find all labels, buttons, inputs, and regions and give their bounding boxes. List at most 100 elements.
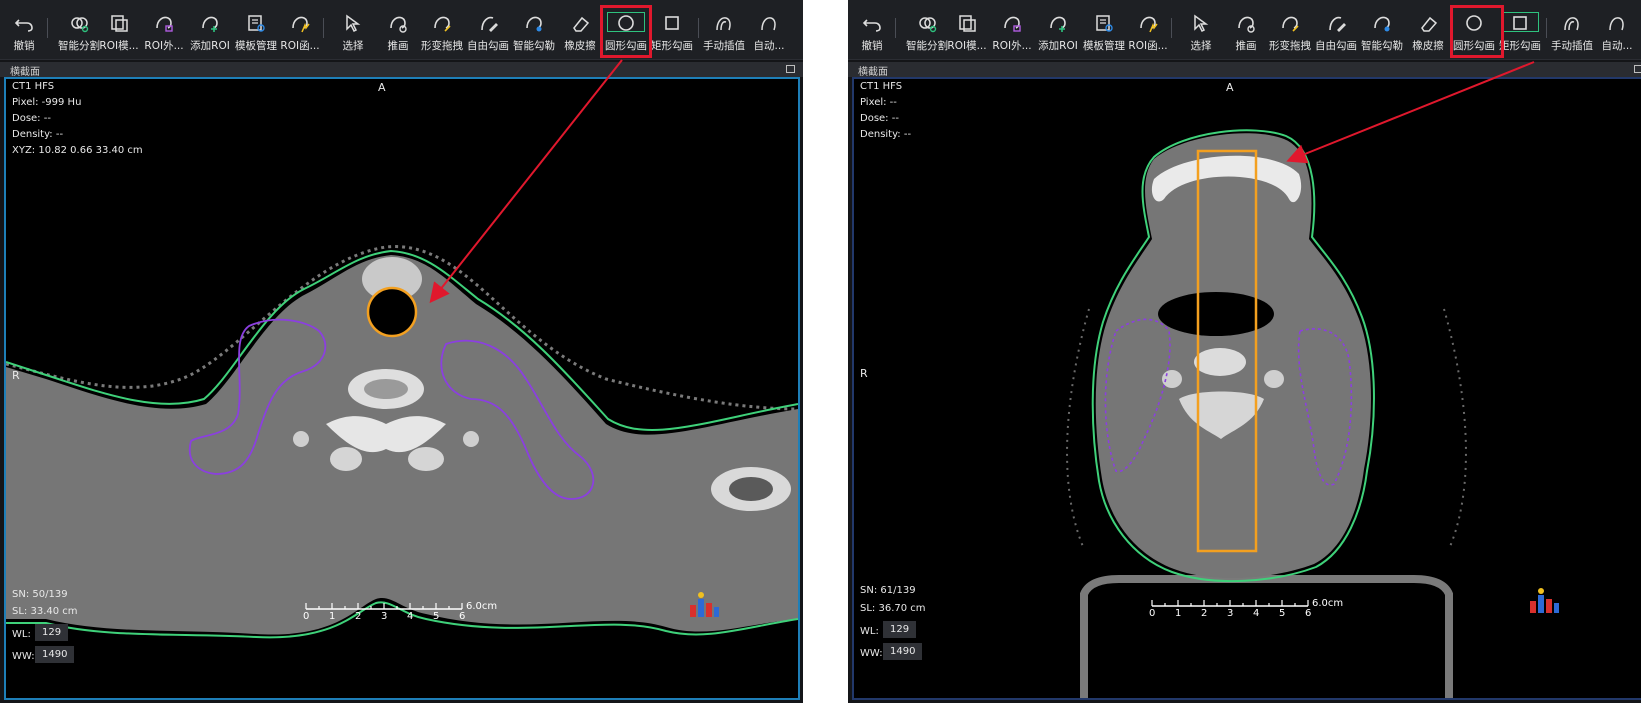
viewport-title: 横截面 <box>858 67 888 78</box>
tool-deform-drag[interactable]: 形变拖拽 <box>418 0 466 60</box>
roi-outer-icon <box>1001 12 1023 34</box>
viewport-header: 横截面 <box>0 62 803 78</box>
tool-auto-interp[interactable]: 自动... <box>1593 0 1641 60</box>
ww-value[interactable]: 1490 <box>883 643 923 660</box>
scale-unit-label: 6.0cm <box>466 601 498 612</box>
add-roi-icon <box>1047 12 1069 34</box>
scale-tick-label: 3 <box>1227 608 1234 619</box>
scale-tick-label: 1 <box>1175 608 1182 619</box>
tool-auto-interp[interactable]: 自动... <box>745 0 793 60</box>
tool-label: 撤销 <box>861 40 883 52</box>
pixel-readout: Pixel: -999 Hu <box>12 97 82 108</box>
scale-tick-label: 2 <box>1201 608 1208 619</box>
right-screenshot-panel: 撤销 智能分割 ROI模... ROI外... 添加ROI 模板管理 ROI函... 选择 推画… <box>848 0 1641 703</box>
tool-roi-function[interactable]: ROI函... <box>1124 0 1172 60</box>
tool-roi-function[interactable]: ROI函... <box>276 0 324 60</box>
app-logo-icon <box>1526 587 1562 617</box>
tool-add-roi[interactable]: 添加ROI <box>186 0 234 60</box>
smart-outline-icon <box>1371 12 1393 34</box>
template-manage-icon <box>245 12 267 34</box>
axial-viewport[interactable]: CT1 HFS Pixel: -999 Hu Dose: -- Density:… <box>4 77 800 700</box>
tool-deform-drag[interactable]: 形变拖拽 <box>1266 0 1314 60</box>
tool-undo[interactable]: 撤销 <box>848 0 896 60</box>
xyz-readout: XYZ: 10.82 0.66 33.40 cm <box>12 145 143 156</box>
toolbar-separator <box>1171 18 1172 38</box>
slice-number: SN: 50/139 <box>12 589 68 600</box>
wl-value[interactable]: 129 <box>35 624 69 641</box>
orientation-top: A <box>1226 81 1234 94</box>
orientation-left: R <box>12 369 20 382</box>
orientation-left: R <box>860 367 868 380</box>
eraser-icon <box>569 12 591 34</box>
density-readout: Density: -- <box>860 129 912 140</box>
couch <box>1080 575 1453 698</box>
push-draw-icon <box>387 12 409 34</box>
tool-free-draw[interactable]: 自由勾画 <box>1312 0 1360 60</box>
maximize-icon[interactable] <box>786 65 795 73</box>
highlight-box-circle-tool <box>600 5 652 58</box>
tool-label: 自动... <box>1601 40 1633 52</box>
axial-viewport[interactable]: CT1 HFS Pixel: -- Dose: -- Density: -- A… <box>852 77 1641 700</box>
roi-function-icon <box>289 12 311 34</box>
tool-free-draw[interactable]: 自由勾画 <box>464 0 512 60</box>
toolbar-separator <box>698 18 699 38</box>
auto-interp-icon <box>1606 12 1628 34</box>
tool-roi-outer[interactable]: ROI外... <box>140 0 188 60</box>
smart-outline-icon <box>523 12 545 34</box>
circle-roi[interactable] <box>366 286 418 338</box>
scale-tick-label: 5 <box>1279 608 1286 619</box>
slice-number: SN: 61/139 <box>860 585 916 596</box>
wl-value[interactable]: 129 <box>883 621 917 638</box>
undo-icon <box>861 12 883 34</box>
tool-eraser[interactable]: 橡皮擦 <box>556 0 604 60</box>
scale-tick-label: 1 <box>329 611 336 622</box>
wl-label: WL: <box>12 629 31 640</box>
scale-tick-label: 0 <box>1149 608 1156 619</box>
ww-label: WW: <box>12 651 35 662</box>
orientation-top: A <box>378 81 386 94</box>
tool-smart-outline[interactable]: 智能勾勒 <box>1358 0 1406 60</box>
roi-template-icon <box>108 12 130 34</box>
highlight-box-rect-tool <box>1450 5 1504 58</box>
tool-label: ROI函... <box>280 40 320 52</box>
scale-tick-label: 0 <box>303 611 310 622</box>
series-label: CT1 HFS <box>860 81 903 92</box>
deform-drag-icon <box>431 12 453 34</box>
app-logo-icon <box>686 591 722 621</box>
slice-location: SL: 36.70 cm <box>860 603 926 614</box>
tool-label: ROI函... <box>1128 40 1168 52</box>
roi-outer-icon <box>153 12 175 34</box>
eraser-icon <box>1417 12 1439 34</box>
smart-segment-icon <box>916 12 938 34</box>
toolbar-separator <box>1546 18 1547 38</box>
dose-readout: Dose: -- <box>860 113 899 124</box>
scale-tick-label: 4 <box>407 611 414 622</box>
deform-drag-icon <box>1279 12 1301 34</box>
push-draw-icon <box>1235 12 1257 34</box>
tool-add-roi[interactable]: 添加ROI <box>1034 0 1082 60</box>
vertebra-body <box>1194 348 1246 376</box>
tool-roi-outer[interactable]: ROI外... <box>988 0 1036 60</box>
scale-tick-label: 4 <box>1253 608 1260 619</box>
toolbar: 撤销 智能分割 ROI模... ROI外... 添加ROI 模板管理 ROI函... 选择 推画… <box>0 0 803 60</box>
rect-draw-icon <box>1509 12 1531 34</box>
pixel-readout: Pixel: -- <box>860 97 897 108</box>
template-manage-icon <box>1093 12 1115 34</box>
ww-label: WW: <box>860 648 883 659</box>
roi-template-icon <box>956 12 978 34</box>
series-label: CT1 HFS <box>12 81 55 92</box>
tool-smart-outline[interactable]: 智能勾勒 <box>510 0 558 60</box>
ww-value[interactable]: 1490 <box>35 646 75 663</box>
scale-unit-label: 6.0cm <box>1312 598 1344 609</box>
manual-interp-icon <box>713 12 735 34</box>
slice-location: SL: 33.40 cm <box>12 606 78 617</box>
tool-rect-draw[interactable]: 矩形勾画 <box>648 0 696 60</box>
scale-tick-label: 5 <box>433 611 440 622</box>
scale-bar: 0 1 2 3 4 5 6 6.0cm <box>303 601 504 631</box>
viewport-title: 横截面 <box>10 67 40 78</box>
free-draw-icon <box>1325 12 1347 34</box>
tool-eraser[interactable]: 橡皮擦 <box>1404 0 1452 60</box>
maximize-icon[interactable] <box>1634 65 1641 73</box>
tool-undo[interactable]: 撤销 <box>0 0 48 60</box>
wl-label: WL: <box>860 626 879 637</box>
